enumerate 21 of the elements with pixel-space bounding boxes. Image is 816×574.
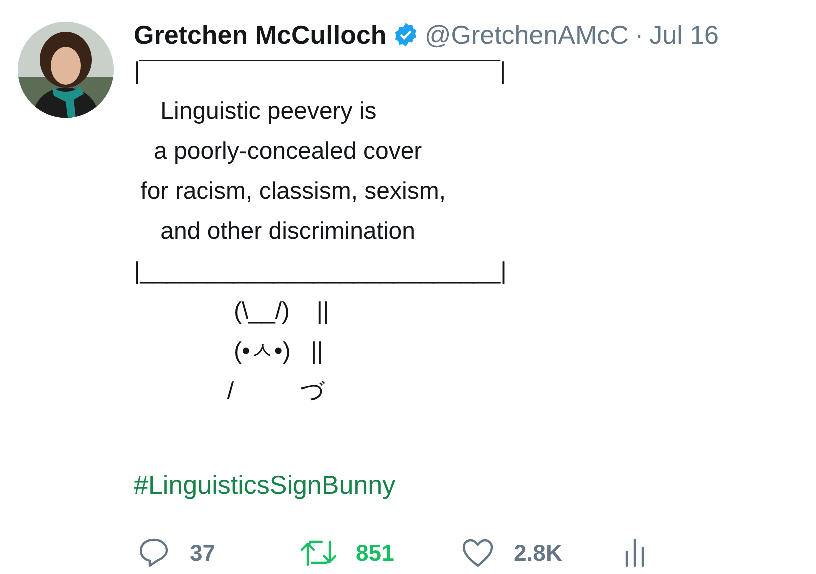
action-count: 37 (190, 540, 216, 566)
tweet-text-line: |‾‾‾‾‾‾‾‾‾‾‾‾‾‾‾‾‾‾‾‾‾‾‾‾‾‾‾‾‾‾‾‾‾‾‾‾‾‾‾‾‾‾‾‾‾| (134, 57, 508, 87)
tweet-text-line: and other discrimination (160, 217, 416, 247)
tweet-text-line: (\__/) || (233, 297, 330, 327)
action-count: 851 (356, 540, 394, 566)
tweet-text-line: a poorly-concealed cover (153, 137, 424, 167)
tweet-text-line: / づ (226, 377, 327, 407)
tweet-text-line: Linguistic peevery is (160, 97, 378, 127)
heart-icon[interactable] (462, 538, 494, 568)
bar-chart-icon[interactable] (624, 538, 646, 568)
speech-bubble-icon[interactable] (138, 537, 170, 569)
tweet-date[interactable]: Jul 16 (650, 20, 720, 50)
tweet-text-line: (•ㅅ•) || (233, 337, 324, 367)
tweet-text-line: |___________________________| (134, 257, 508, 287)
separator: · (634, 20, 644, 50)
author-name[interactable]: Gretchen McCulloch (134, 20, 387, 50)
author-handle[interactable]: @GretchenAMcC (424, 20, 629, 50)
hashtag-link[interactable]: #LinguisticsSignBunny (134, 470, 396, 501)
retweet-icon[interactable] (300, 538, 336, 568)
tweet-text-line: for racism, classism, sexism, (140, 177, 448, 207)
action-count: 2.8K (514, 540, 563, 566)
